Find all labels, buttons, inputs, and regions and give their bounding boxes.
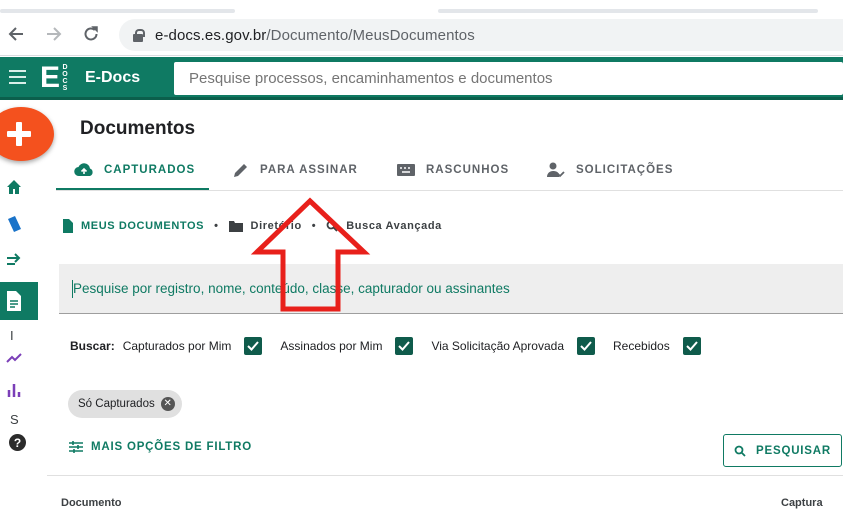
arrow-left-icon [8,27,23,41]
browser-tabstrip [0,0,843,14]
tab-solicitacoes[interactable]: SOLICITAÇÕES [546,150,673,190]
browser-toolbar: e-docs.es.gov.br/Documento/MeusDocumento… [0,14,843,56]
search-icon [734,445,746,457]
tab-label: CAPTURADOS [104,164,196,176]
link-label: MEUS DOCUMENTOS [81,220,205,232]
table-divider [47,475,843,476]
document-icon [63,219,73,233]
app-name: E-Docs [85,69,141,86]
text-cursor [72,280,73,298]
search-scope: Buscar: Capturados por Mim Assinados por… [70,334,719,358]
document-filter[interactable] [59,264,843,314]
tune-icon [69,441,83,453]
reload-icon [84,26,98,41]
checkbox-label: Recebidos [613,339,670,353]
browser-tab[interactable] [0,9,235,13]
filter-chip: Só Capturados ✕ [68,390,182,418]
header-underline [0,97,843,100]
address-bar[interactable]: e-docs.es.gov.br/Documento/MeusDocumento… [119,19,843,51]
global-search[interactable] [174,62,843,95]
tab-rascunhos[interactable]: RASCUNHOS [396,150,509,190]
add-button[interactable] [0,107,54,161]
page-title: Documentos [80,118,196,139]
checkbox-label: Assinados por Mim [280,339,383,353]
tab-label: PARA ASSINAR [260,164,358,176]
browser-tab[interactable] [438,9,818,13]
sidebar-text: I [10,328,14,343]
back-button[interactable] [4,21,28,47]
person-check-icon [547,162,565,178]
checkbox-label: Via Solicitação Aprovada [431,339,564,353]
column-header-captura[interactable]: Captura [781,497,823,509]
search-button[interactable]: PESQUISAR [723,434,842,467]
link-diretorio[interactable]: Diretório [228,220,302,232]
pen-icon [234,164,247,177]
checkbox-label: Capturados por Mim [122,339,232,353]
tab-divider [56,190,843,191]
tag-icon[interactable] [4,214,24,234]
sidebar-text: S [10,412,19,427]
tab-label: RASCUNHOS [426,164,510,176]
reload-button[interactable] [79,21,103,47]
document-icon [7,291,21,311]
transfer-icon[interactable] [4,250,24,270]
menu-icon[interactable] [9,70,26,84]
bar-chart-icon[interactable] [4,380,24,400]
search-icon [326,220,338,232]
search-scope-label: Buscar: [70,339,115,353]
trend-icon[interactable] [4,348,24,368]
column-header-documento[interactable]: Documento [61,497,122,509]
logo-subtext: DOCS [62,64,68,92]
app-header: E DOCS E-Docs [0,57,843,99]
chip-label: Só Capturados [78,398,155,410]
more-filters-button[interactable]: MAIS OPÇÕES DE FILTRO [69,438,252,456]
link-meus-documentos[interactable]: MEUS DOCUMENTOS [62,219,204,233]
folder-icon [228,221,243,232]
checkbox-assinados-por-mim[interactable]: Assinados por Mim [280,337,414,355]
url-text: e-docs.es.gov.br/Documento/MeusDocumento… [155,27,475,44]
arrow-right-icon [47,27,62,41]
separator: • [311,220,317,232]
global-search-input[interactable] [189,70,843,87]
tab-label: SOLICITAÇÕES [576,164,674,176]
more-filters-label: MAIS OPÇÕES DE FILTRO [91,441,252,453]
url-path: /Documento/MeusDocumentos [266,26,475,44]
app-logo[interactable]: E DOCS [40,62,74,94]
screen: e-docs.es.gov.br/Documento/MeusDocumento… [0,0,843,509]
tab-bar: CAPTURADOS PARA ASSINAR RASCUNHOS SOLICI… [56,150,843,192]
logo-letter: E [40,61,61,94]
search-button-label: PESQUISAR [756,444,831,457]
document-search-input[interactable] [73,281,843,296]
checkbox-via-solicitacao[interactable]: Via Solicitação Aprovada [431,337,595,355]
lock-icon [133,28,145,42]
checkbox-recebidos[interactable]: Recebidos [613,337,701,355]
keyboard-icon [397,164,415,176]
sidebar-item-documents[interactable] [0,282,38,320]
checkbox-checked-icon[interactable] [682,337,701,355]
home-icon[interactable] [4,177,24,197]
url-host: e-docs.es.gov.br [155,26,267,44]
separator: • [214,220,219,232]
checkbox-checked-icon[interactable] [577,337,595,355]
link-label: Busca Avançada [346,220,442,232]
tab-capturados[interactable]: CAPTURADOS [74,150,195,190]
close-icon[interactable]: ✕ [160,397,175,411]
help-icon[interactable]: ? [9,434,26,451]
checkbox-capturados-por-mim[interactable]: Capturados por Mim [123,337,263,355]
cloud-upload-icon [74,163,93,177]
link-busca-avancada[interactable]: Busca Avançada [326,220,442,232]
link-label: Diretório [250,220,302,232]
checkbox-checked-icon[interactable] [244,337,263,355]
forward-button[interactable] [42,21,66,47]
tab-para-assinar[interactable]: PARA ASSINAR [232,150,358,190]
breadcrumb: MEUS DOCUMENTOS • Diretório • Busca Avan… [62,216,442,236]
checkbox-checked-icon[interactable] [395,337,414,355]
